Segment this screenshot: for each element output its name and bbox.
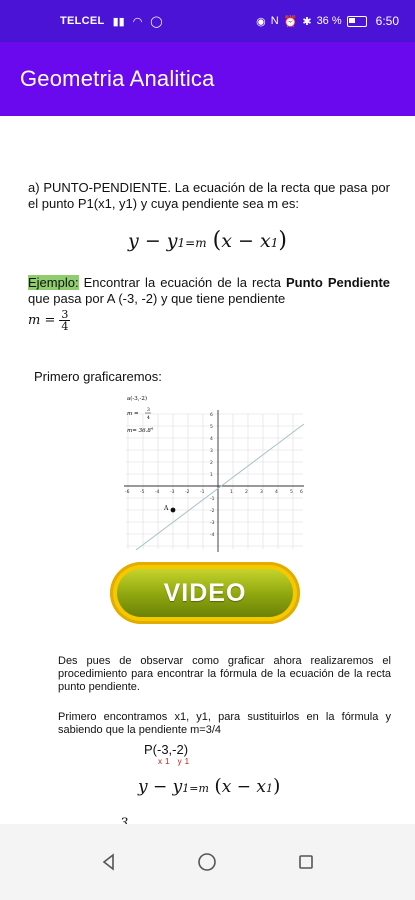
cutoff-formula-fragment: 3 <box>120 816 131 824</box>
point-slope-formula-2: y − y1=m (x − x1) <box>138 775 281 797</box>
y-tick-label: 3 <box>210 448 213 454</box>
bluetooth-icon: ✱ <box>302 15 312 28</box>
system-nav-bar <box>0 824 415 900</box>
alarm-icon: ⏰ <box>283 15 298 28</box>
example-bold-text: Punto Pendiente <box>286 275 391 290</box>
formula2-y1: y <box>172 777 183 797</box>
app-bar: Geometria Analitica <box>0 42 415 116</box>
x-tick-label: -1 <box>200 489 205 495</box>
x-tick-label: 6 <box>300 489 303 495</box>
x-tick-label: -2 <box>185 489 190 495</box>
point-p-sub-labels: x1 y1 <box>158 757 193 766</box>
battery-percent: 36 % <box>316 15 342 27</box>
video-button-label[interactable]: VIDEO <box>164 579 247 608</box>
y-tick-label: 2 <box>210 460 213 466</box>
substitution-paragraph: Primero encontramos x1, y1, para sustitu… <box>58 711 391 736</box>
clock: 6:50 <box>375 14 399 28</box>
formula-minus-2: − <box>238 230 254 252</box>
lesson-page: a) PUNTO-PENDIENTE. La ecuación de la re… <box>10 144 405 824</box>
recents-icon[interactable] <box>286 842 326 882</box>
graph-label-angle: m= 36.8° <box>127 428 154 434</box>
x-tick-label: -6 <box>125 489 130 495</box>
y-tick-label: -1 <box>210 496 215 502</box>
graph-label-m: m = <box>127 411 139 417</box>
y-tick-label: -2 <box>210 508 215 514</box>
procedure-paragraph: Des pues de observar como graficar ahora… <box>58 655 391 693</box>
formula2-y: y <box>138 777 148 797</box>
point-p: P(-3,-2) <box>144 742 189 757</box>
example-paragraph: Ejemplo: Encontrar la ecuación de la rec… <box>28 275 390 307</box>
y-tick-label: -3 <box>210 520 215 526</box>
formula-y: y <box>128 230 139 252</box>
line-plot <box>135 423 305 551</box>
formula-eq-m: =m <box>185 236 207 250</box>
slope-denominator: 4 <box>61 320 69 333</box>
point-a-label: A <box>163 505 169 512</box>
status-bar: TELCEL ▮▮ ◠ ◯ ◉ N ⏰ ✱ 36 % 6:50 <box>0 0 415 42</box>
slope-value: m = 3 4 <box>28 309 71 333</box>
formula-x1: x <box>259 230 271 252</box>
example-text-2: que pasa por A (-3, -2) y que tiene pend… <box>28 291 286 306</box>
x-tick-label: -4 <box>155 489 160 495</box>
point-slope-formula: y − y1=m (x − x1) <box>128 228 287 253</box>
y-tick-label: 4 <box>210 436 213 442</box>
formula2-x1-sub: 1 <box>266 782 274 795</box>
nfc-icon: N <box>270 15 279 27</box>
x-tick-label: 4 <box>275 489 278 495</box>
wifi-icon: ◠ <box>132 15 143 28</box>
intro-paragraph: a) PUNTO-PENDIENTE. La ecuación de la re… <box>28 180 390 211</box>
back-icon[interactable] <box>89 842 129 882</box>
slope-m: m = <box>28 313 56 328</box>
app-title: Geometria Analitica <box>20 66 215 91</box>
formula2-minus-2: − <box>236 777 252 797</box>
signal-icon: ▮▮ <box>112 15 125 28</box>
x-tick-label: 2 <box>245 489 248 495</box>
graph-label-m-num: 3 <box>147 407 150 413</box>
formula-y1: y <box>166 230 178 252</box>
x-tick-label: -5 <box>140 489 145 495</box>
slope-fraction: 3 4 <box>59 309 71 333</box>
formula2-x: x <box>221 777 232 797</box>
x-tick-label: -3 <box>170 489 175 495</box>
graph-grid <box>126 413 303 549</box>
line-graph: -6 -5 -4 -3 -2 -1 1 2 3 4 5 6 6 5 4 3 2 1 -1 -2 -3 -4 A a(-3… <box>124 395 305 552</box>
formula2-eq-m: =m <box>189 782 209 795</box>
y-tick-label: -4 <box>210 532 215 538</box>
formula-minus: − <box>144 230 161 252</box>
whatsapp-icon: ◯ <box>150 15 163 28</box>
x-tick-label: 3 <box>260 489 263 495</box>
example-text-1: Encontrar la ecuación de la recta <box>78 275 286 290</box>
battery-icon <box>346 15 367 27</box>
y-tick-label: 1 <box>210 472 213 478</box>
formula2-x1: x <box>256 777 267 797</box>
formula-x: x <box>221 230 232 252</box>
carrier-name: TELCEL <box>60 15 105 27</box>
x-tick-label: 1 <box>230 489 233 495</box>
formula2-minus: − <box>153 777 168 797</box>
video-button[interactable]: VIDEO <box>110 562 300 624</box>
y-tick-label: 6 <box>210 412 213 418</box>
graph-label-m-den: 4 <box>147 415 150 421</box>
x-tick-label: 5 <box>290 489 293 495</box>
graph-label-point: a(-3,-2) <box>127 395 147 402</box>
home-icon[interactable] <box>187 842 227 882</box>
eye-icon: ◉ <box>256 15 266 28</box>
video-button-inner[interactable]: VIDEO <box>117 569 293 617</box>
content-scroll-area[interactable]: a) PUNTO-PENDIENTE. La ecuación de la re… <box>0 116 415 824</box>
graph-intro: Primero graficaremos: <box>34 369 162 384</box>
y-tick-label: 5 <box>210 424 213 430</box>
example-label: Ejemplo: <box>28 275 79 290</box>
point-a-marker <box>170 507 176 513</box>
